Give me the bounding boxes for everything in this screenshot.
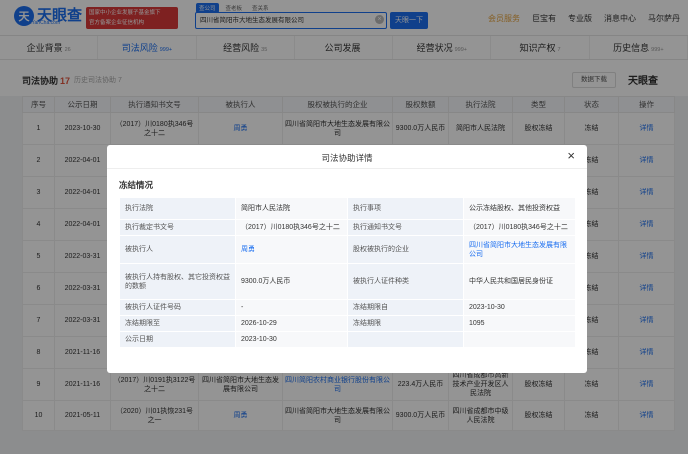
dialog-title: 司法协助详情 [321, 153, 373, 163]
detail-key: 被执行人持有股权、其它投资权益的数额 [119, 263, 236, 300]
detail-dialog: 司法协助详情 × 冻结情况 执行法院 简阳市人民法院 执行事项 公示冻结股权、其他投资… [107, 145, 587, 373]
detail-row: 被执行人证件号码 - 冻结期限自 2023-10-30 [119, 299, 576, 316]
detail-key: 执行法院 [119, 197, 236, 220]
detail-value: 中华人民共和国居民身份证 [463, 263, 576, 300]
detail-value: 2023-10-30 [463, 299, 576, 316]
detail-value[interactable]: 四川省简阳市大地生态发展有限公司 [463, 235, 576, 264]
detail-value: - [235, 299, 348, 316]
detail-key: 被执行人 [119, 235, 236, 264]
detail-value: （2017）川0180执346号之十二 [463, 219, 576, 236]
detail-row: 执行裁定书文号 （2017）川0180执346号之十二 执行通知书文号 （2017）川… [119, 219, 576, 236]
detail-value: 9300.0万人民币 [235, 263, 348, 300]
freeze-detail-table: 执行法院 简阳市人民法院 执行事项 公示冻结股权、其他投资权益 执行裁定书文号 （2017… [119, 197, 576, 348]
detail-value: 公示冻结股权、其他投资权益 [463, 197, 576, 220]
detail-row: 被执行人持有股权、其它投资权益的数额 9300.0万人民币 被执行人证件种类 中华人民… [119, 263, 576, 300]
detail-value[interactable]: 周勇 [235, 235, 348, 264]
detail-key: 执行事项 [347, 197, 464, 220]
detail-value: 简阳市人民法院 [235, 197, 348, 220]
detail-value [463, 331, 576, 348]
detail-row: 冻结期限至 2026-10-29 冻结期限 1095 [119, 315, 576, 332]
detail-key: 股权被执行的企业 [347, 235, 464, 264]
detail-value: 2023-10-30 [235, 331, 348, 348]
detail-key: 公示日期 [119, 331, 236, 348]
detail-key: 冻结期限至 [119, 315, 236, 332]
detail-key: 被执行人证件种类 [347, 263, 464, 300]
freeze-section-title: 冻结情况 [119, 180, 154, 190]
close-icon[interactable]: × [567, 149, 575, 163]
detail-value: 2026-10-29 [235, 315, 348, 332]
detail-key: 冻结期限 [347, 315, 464, 332]
detail-value: （2017）川0180执346号之十二 [235, 219, 348, 236]
detail-key: 执行裁定书文号 [119, 219, 236, 236]
detail-key: 被执行人证件号码 [119, 299, 236, 316]
detail-key: 冻结期限自 [347, 299, 464, 316]
detail-key: 执行通知书文号 [347, 219, 464, 236]
detail-row: 执行法院 简阳市人民法院 执行事项 公示冻结股权、其他投资权益 [119, 197, 576, 220]
detail-row: 公示日期 2023-10-30 [119, 331, 576, 348]
dialog-header: 司法协助详情 × [107, 145, 587, 169]
detail-row: 被执行人 周勇 股权被执行的企业 四川省简阳市大地生态发展有限公司 [119, 235, 576, 264]
detail-key [347, 331, 464, 348]
detail-value: 1095 [463, 315, 576, 332]
